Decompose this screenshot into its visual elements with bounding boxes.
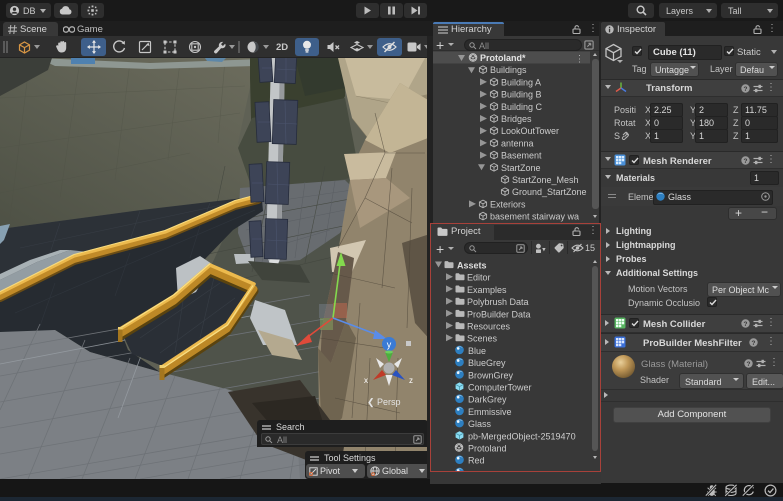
svg-text:Assets: Assets xyxy=(457,261,487,271)
svg-text:?: ? xyxy=(744,86,748,93)
svg-text:Glass: Glass xyxy=(468,419,492,429)
svg-text:Buildings: Buildings xyxy=(490,65,527,75)
svg-text:BrownGrey: BrownGrey xyxy=(468,370,514,380)
svg-text:?: ? xyxy=(744,158,748,165)
svg-text:Blue: Blue xyxy=(468,346,486,356)
svg-text:❮ Persp: ❮ Persp xyxy=(367,397,401,408)
svg-text:Basement: Basement xyxy=(501,151,542,161)
svg-text:z: z xyxy=(409,376,413,385)
svg-text:ProBuilder Data: ProBuilder Data xyxy=(467,309,531,319)
svg-text:Ground_StartZone: Ground_StartZone xyxy=(512,187,587,197)
svg-text:Polybrush Data: Polybrush Data xyxy=(467,297,529,307)
svg-text:StartZone: StartZone xyxy=(501,163,541,173)
svg-text:pb-MergedObject-2519470: pb-MergedObject-2519470 xyxy=(468,431,576,441)
svg-text:Protoland*: Protoland* xyxy=(480,53,526,63)
svg-text:Emmissive: Emmissive xyxy=(468,407,512,417)
svg-text:antenna: antenna xyxy=(501,138,534,148)
svg-text:?: ? xyxy=(747,361,751,368)
svg-text:Scenes: Scenes xyxy=(467,334,498,344)
svg-text:?: ? xyxy=(752,340,756,347)
svg-text:DarkGrey: DarkGrey xyxy=(468,395,507,405)
svg-text:Editor: Editor xyxy=(467,273,491,283)
svg-text:ComputerTower: ComputerTower xyxy=(468,383,532,393)
svg-text:Protoland: Protoland xyxy=(468,444,507,454)
svg-text:basement stairway wa: basement stairway wa xyxy=(490,212,579,222)
svg-text:LookOutTower: LookOutTower xyxy=(501,126,559,136)
svg-text:Building A: Building A xyxy=(501,77,541,87)
svg-text:?: ? xyxy=(744,321,748,328)
svg-text:⋮: ⋮ xyxy=(575,54,584,64)
svg-text:BlueGrey: BlueGrey xyxy=(468,358,506,368)
svg-text:Building B: Building B xyxy=(501,90,542,100)
svg-text:Building C: Building C xyxy=(501,102,543,112)
svg-text:x: x xyxy=(364,376,368,385)
svg-text:Resources: Resources xyxy=(467,322,511,332)
svg-text:y: y xyxy=(387,340,392,350)
svg-text:Examples: Examples xyxy=(467,285,507,295)
svg-text:StartZone_Mesh: StartZone_Mesh xyxy=(512,175,579,185)
svg-text:Red: Red xyxy=(468,456,485,466)
svg-text:Bridges: Bridges xyxy=(501,114,532,124)
svg-text:Exteriors: Exteriors xyxy=(490,199,526,209)
